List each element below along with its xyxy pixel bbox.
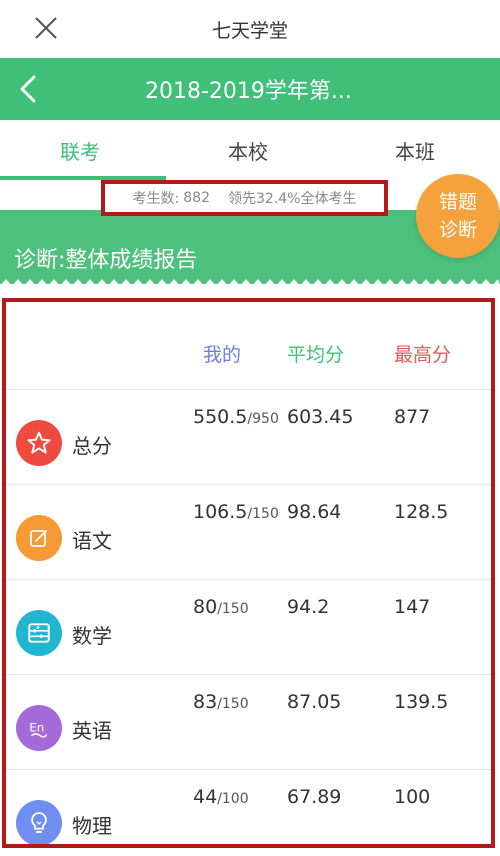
window-top-bar: 七天学堂 <box>0 0 500 58</box>
examinees-count: 882 <box>183 190 210 206</box>
subject-name: 语文 <box>72 529 112 553</box>
header-mine: 我的 <box>203 344 242 366</box>
examinees-label: 考生数: <box>132 191 180 207</box>
subject-name: 总分 <box>72 434 112 458</box>
average-score: 98.64 <box>287 501 342 523</box>
error-diagnosis-button[interactable]: 错题 诊断 <box>416 174 500 258</box>
my-score: 550.5/950 <box>193 406 279 428</box>
average-score: 87.05 <box>287 691 342 713</box>
table-row[interactable]: 总分 550.5/950 603.45 877 <box>6 390 491 485</box>
chevron-left-icon[interactable] <box>16 74 40 104</box>
highest-score: 877 <box>394 406 431 428</box>
average-score: 94.2 <box>287 596 330 618</box>
edit-icon <box>16 515 62 561</box>
table-row[interactable]: 物理 44/100 67.89 100 <box>6 770 491 844</box>
app-title: 七天学堂 <box>211 20 288 42</box>
tab-class[interactable]: 本班 <box>395 136 435 165</box>
examinee-stats: 考生数: 882 领先32.4%全体考生 <box>101 180 388 216</box>
average-score: 67.89 <box>287 786 342 808</box>
my-score: 80/150 <box>193 596 249 618</box>
abacus-icon <box>16 610 62 656</box>
my-score: 106.5/150 <box>193 501 279 523</box>
english-icon: En <box>16 705 62 751</box>
tab-school[interactable]: 本校 <box>228 136 268 165</box>
header-highest: 最高分 <box>394 344 452 366</box>
subject-name: 英语 <box>72 719 112 743</box>
table-header: 我的 平均分 最高分 <box>6 302 491 390</box>
table-row[interactable]: 语文 106.5/150 98.64 128.5 <box>6 485 491 580</box>
highest-score: 128.5 <box>394 501 449 523</box>
highest-score: 100 <box>394 786 431 808</box>
subject-name: 物理 <box>72 814 112 838</box>
error-button-line1: 错题 <box>438 191 477 213</box>
table-row[interactable]: En 英语 83/150 87.05 139.5 <box>6 675 491 770</box>
table-row[interactable]: 数学 80/150 94.2 147 <box>6 580 491 675</box>
diagnosis-title: 诊断:整体成绩报告 <box>14 248 198 273</box>
lightbulb-icon <box>16 800 62 844</box>
highest-score: 147 <box>394 596 431 618</box>
my-score: 44/100 <box>193 786 249 808</box>
highest-score: 139.5 <box>394 691 449 713</box>
score-report-table: 我的 平均分 最高分 总分 550.5/950 603.45 877 语文 10… <box>2 298 495 848</box>
lead-percentage: 领先32.4%全体考生 <box>227 191 357 207</box>
star-icon <box>16 420 62 466</box>
error-button-line2: 诊断 <box>438 219 477 241</box>
my-score: 83/150 <box>193 691 249 713</box>
svg-text:En: En <box>29 720 44 734</box>
average-score: 603.45 <box>287 406 354 428</box>
navigation-bar: 2018-2019学年第... <box>0 58 500 120</box>
subject-name: 数学 <box>72 624 112 648</box>
tab-joint-exam[interactable]: 联考 <box>60 136 100 165</box>
zigzag-edge <box>0 279 500 286</box>
page-title[interactable]: 2018-2019学年第... <box>145 73 352 105</box>
scope-tabs: 联考 本校 本班 <box>0 120 500 180</box>
header-average: 平均分 <box>287 344 345 366</box>
